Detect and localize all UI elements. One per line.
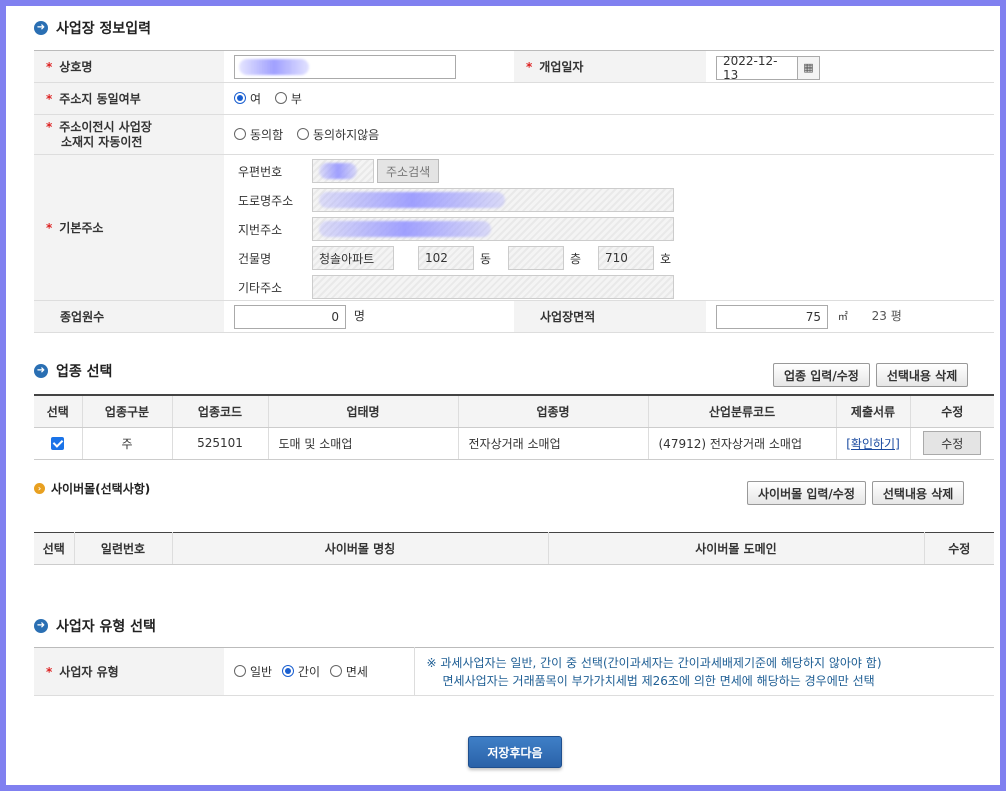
trade-name-input[interactable] (234, 54, 456, 79)
redacted-postcode (319, 163, 357, 179)
radio-icon[interactable] (296, 128, 309, 141)
taxpayer-form-table: * 사업자 유형 일반 간이 면세 ※ 과세사업자는 일반, 간이 중 선택(간이… (34, 647, 994, 696)
biztype-header-row: 선택 업종구분 업종코드 업태명 업종명 산업분류코드 제출서류 수정 (34, 395, 994, 428)
biztype-toolbar: 업종 입력/수정 선택내용 삭제 (773, 363, 969, 387)
employees-label: 종업원수 (34, 300, 224, 333)
arrow-right-icon: ➜ (34, 21, 48, 35)
arrow-right-icon: ➜ (34, 619, 48, 633)
etc-address-input[interactable] (312, 275, 674, 299)
checkbox-checked-icon[interactable] (51, 437, 65, 450)
biztype-section-title: ➜ 업종 선택 (34, 361, 112, 381)
area-input[interactable]: 75 (716, 304, 828, 329)
ho-input[interactable]: 710 (598, 246, 654, 270)
road-address-input[interactable] (312, 188, 674, 212)
open-date-label: * 개업일자 (514, 50, 706, 83)
row-edit-button[interactable]: 수정 (923, 431, 982, 455)
area-label: 사업장면적 (514, 300, 706, 333)
auto-move-disagree[interactable]: 동의하지않음 (296, 126, 379, 143)
cyber-table: 선택 일련번호 사이버몰 명칭 사이버몰 도메인 수정 (34, 532, 994, 565)
radio-icon[interactable] (329, 665, 342, 678)
cyber-edit-button[interactable]: 사이버몰 입력/수정 (747, 481, 866, 505)
employees-input[interactable]: 0 (234, 304, 346, 329)
radio-selected-icon[interactable] (234, 92, 246, 105)
address-label: * 기본주소 (34, 154, 224, 301)
cyber-section-title: › 사이버몰(선택사항) (34, 480, 150, 497)
document-confirm-link[interactable]: [확인하기] (846, 437, 900, 451)
taxpayer-exempt[interactable]: 면세 (329, 663, 368, 680)
taxpayer-simplified[interactable]: 간이 (281, 663, 320, 680)
postcode-row: 우편번호 주소검색 (238, 159, 440, 183)
trade-name-label: * 상호명 (34, 50, 224, 83)
auto-move-agree[interactable]: 동의함 (234, 126, 283, 143)
same-address-no[interactable]: 부 (274, 90, 302, 107)
radio-selected-icon[interactable] (281, 665, 294, 678)
chevron-right-icon: › (34, 483, 45, 494)
arrow-right-icon: ➜ (34, 364, 48, 378)
taxpayer-notice: ※ 과세사업자는 일반, 간이 중 선택(간이과세자는 간이과세배제기준에 해당… (414, 647, 994, 696)
floor-input[interactable] (508, 246, 564, 270)
dong-input[interactable]: 102 (418, 246, 474, 270)
info-form-table: * 상호명 * 개업일자 2022-12-13 ▦ * 주소지 동일여부 여 부 * 주… (34, 50, 994, 333)
radio-icon[interactable] (234, 665, 246, 678)
taxpayer-type-label: * 사업자 유형 (34, 647, 224, 696)
cyber-delete-button[interactable]: 선택내용 삭제 (871, 481, 965, 505)
biztype-table: 선택 업종구분 업종코드 업태명 업종명 산업분류코드 제출서류 수정 주 52… (34, 394, 994, 460)
redacted-trade-name (239, 58, 309, 75)
save-next-button[interactable]: 저장후다음 (468, 736, 562, 768)
redacted-road-address (319, 192, 505, 208)
address-search-button[interactable]: 주소검색 (377, 159, 440, 183)
postcode-input[interactable] (312, 159, 374, 183)
biztype-delete-button[interactable]: 선택내용 삭제 (875, 363, 969, 387)
taxpayer-section-title: ➜ 사업자 유형 선택 (34, 616, 156, 636)
auto-move-label: * 주소이전시 사업장 소재지 자동이전 (34, 114, 224, 155)
taxpayer-general[interactable]: 일반 (234, 663, 272, 680)
road-address-row: 도로명주소 (238, 188, 674, 212)
same-address-label: * 주소지 동일여부 (34, 82, 224, 115)
building-name-input[interactable]: 청솔아파트 (312, 246, 394, 270)
same-address-yes[interactable]: 여 (234, 90, 261, 107)
radio-icon[interactable] (274, 92, 287, 105)
calendar-icon[interactable]: ▦ (798, 55, 820, 80)
redacted-lot-address (319, 221, 491, 237)
biztype-edit-button[interactable]: 업종 입력/수정 (773, 363, 870, 387)
info-section-title: ➜ 사업장 정보입력 (34, 18, 151, 38)
lot-address-input[interactable] (312, 217, 674, 241)
lot-address-row: 지번주소 (238, 217, 674, 241)
cyber-header-row: 선택 일련번호 사이버몰 명칭 사이버몰 도메인 수정 (34, 532, 994, 565)
open-date-input[interactable]: 2022-12-13 (716, 54, 798, 82)
table-row: 주 525101 도매 및 소매업 전자상거래 소매업 (47912) 전자상거… (34, 427, 994, 460)
building-row: 건물명 청솔아파트 102 동 층 710 호 (238, 246, 671, 270)
radio-icon[interactable] (234, 128, 246, 141)
etc-address-row: 기타주소 (238, 275, 674, 299)
cyber-toolbar: 사이버몰 입력/수정 선택내용 삭제 (747, 481, 965, 505)
